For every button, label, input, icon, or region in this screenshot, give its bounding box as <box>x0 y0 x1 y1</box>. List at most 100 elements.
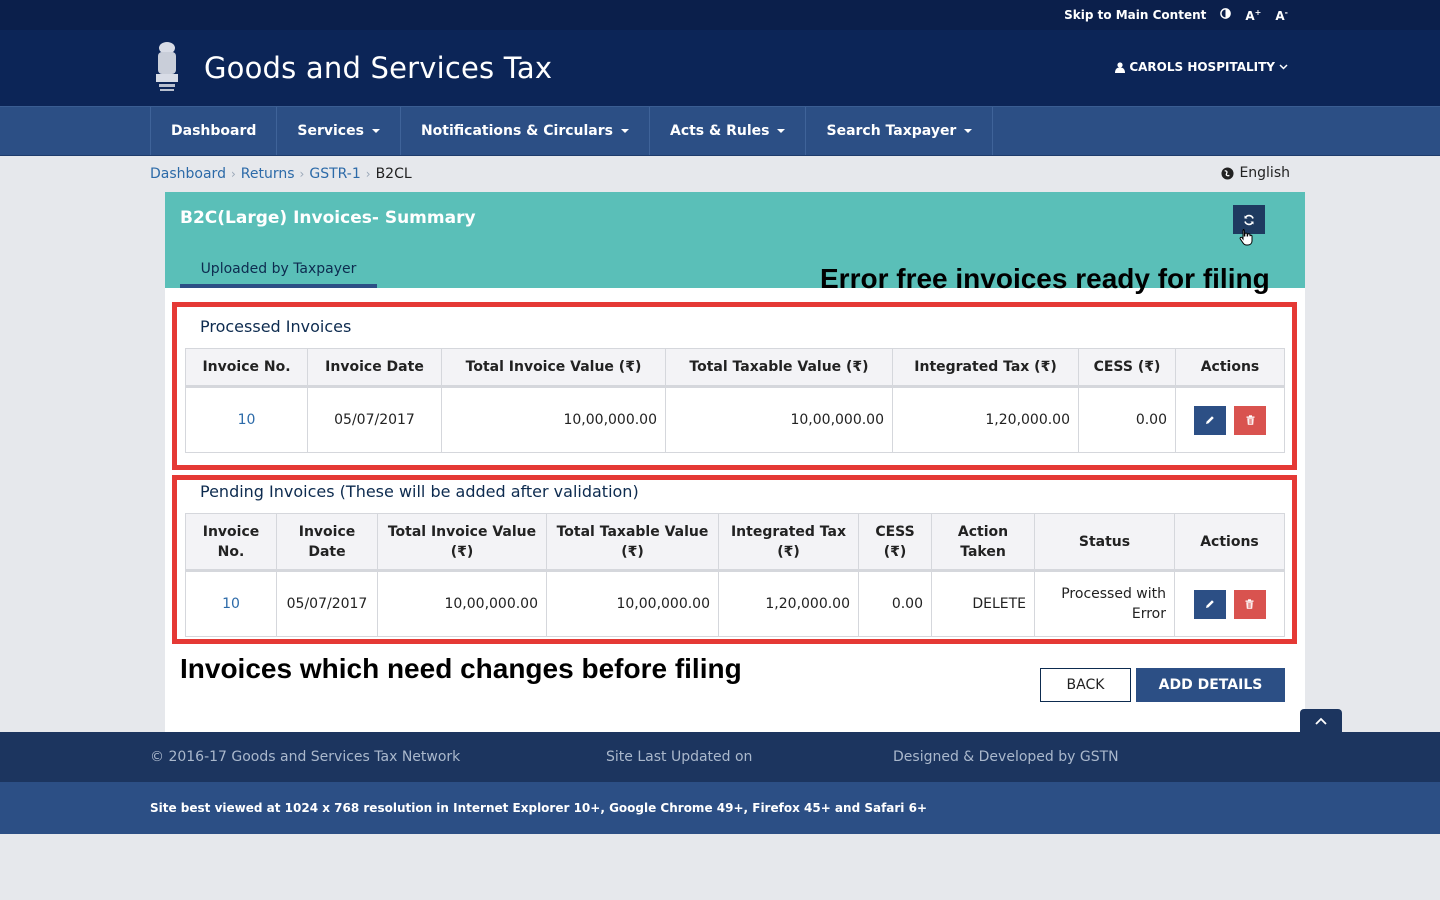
annotation-error-free: Error free invoices ready for filing <box>820 263 1270 294</box>
back-to-top-button[interactable] <box>1300 709 1342 733</box>
card-title: B2C(Large) Invoices- Summary <box>180 208 476 228</box>
col-invoice-no: Invoice No. <box>185 513 277 572</box>
nav-label: Notifications & Circulars <box>420 123 613 139</box>
pencil-icon <box>1206 416 1214 424</box>
user-name: CAROLS HOSPITALITY <box>1129 60 1275 74</box>
invoice-value: 10,00,000.00 <box>377 570 547 637</box>
user-icon <box>1115 61 1126 73</box>
font-increase-button[interactable]: A+ <box>1245 8 1261 23</box>
chevron-down-icon <box>1279 64 1288 70</box>
col-invoice-value: Total Invoice Value (₹) <box>441 348 666 388</box>
hand-cursor-icon <box>1239 229 1253 246</box>
status-text: Processed with Error <box>1034 570 1175 637</box>
national-emblem-icon <box>156 42 178 91</box>
footer-browser-note: Site best viewed at 1024 x 768 resolutio… <box>0 782 1440 834</box>
trash-icon <box>1246 415 1254 425</box>
browser-note-text: Site best viewed at 1024 x 768 resolutio… <box>150 801 928 815</box>
edit-button[interactable] <box>1193 589 1226 619</box>
table-row: 10 05/07/2017 10,00,000.00 10,00,000.00 … <box>185 570 1285 637</box>
breadcrumb-gstr1[interactable]: GSTR-1 <box>309 166 360 182</box>
add-details-button[interactable]: ADD DETAILS <box>1136 668 1285 702</box>
table-row: 10 05/07/2017 10,00,000.00 10,00,000.00 … <box>185 386 1285 453</box>
processed-invoices-title: Processed Invoices <box>200 317 352 336</box>
utility-bar: Skip to Main Content A+ A- <box>0 0 1440 30</box>
col-invoice-no: Invoice No. <box>185 348 308 388</box>
edit-button[interactable] <box>1194 405 1226 435</box>
nav-label: Services <box>297 123 364 139</box>
breadcrumb-separator: › <box>299 167 305 181</box>
language-label: English <box>1239 165 1290 181</box>
footer-last-updated: Site Last Updated on <box>606 749 753 765</box>
col-taxable-value: Total Taxable Value (₹) <box>665 348 893 388</box>
breadcrumb-current: B2CL <box>375 166 412 182</box>
breadcrumb-separator: › <box>230 167 236 181</box>
cess-value: 0.00 <box>858 570 932 637</box>
taxable-value: 10,00,000.00 <box>546 570 719 637</box>
nav-dashboard[interactable]: Dashboard <box>150 107 278 155</box>
pending-invoices-table: Invoice No. Invoice Date Total Invoice V… <box>185 513 1285 637</box>
integrated-tax: 1,20,000.00 <box>718 570 859 637</box>
chevron-up-icon <box>1315 717 1327 725</box>
footer-main: © 2016-17 Goods and Services Tax Network… <box>0 732 1440 782</box>
col-integrated-tax: Integrated Tax (₹) <box>892 348 1079 388</box>
pending-invoices-title: Pending Invoices (These will be added af… <box>200 482 639 501</box>
main-nav: Dashboard Services Notifications & Circu… <box>0 106 1440 156</box>
trash-icon <box>1245 599 1254 609</box>
user-menu[interactable]: CAROLS HOSPITALITY <box>1115 60 1288 74</box>
back-button[interactable]: BACK <box>1040 668 1131 702</box>
tab-uploaded-by-taxpayer[interactable]: Uploaded by Taxpayer <box>180 256 377 288</box>
contrast-icon[interactable] <box>1220 8 1232 22</box>
col-invoice-value: Total Invoice Value (₹) <box>377 513 547 572</box>
language-selector[interactable]: English <box>1221 165 1290 181</box>
caret-down-icon <box>964 129 973 133</box>
caret-down-icon <box>620 129 629 133</box>
breadcrumb-dashboard[interactable]: Dashboard <box>150 166 226 182</box>
pencil-icon <box>1205 600 1214 608</box>
invoice-link[interactable]: 10 <box>222 596 240 612</box>
col-actions: Actions <box>1174 513 1285 572</box>
footer-copyright: © 2016-17 Goods and Services Tax Network <box>150 749 461 765</box>
col-taxable-value: Total Taxable Value (₹) <box>546 513 719 572</box>
actions-cell <box>1174 570 1285 637</box>
col-actions: Actions <box>1175 348 1285 388</box>
nav-notifications[interactable]: Notifications & Circulars <box>401 107 650 155</box>
caret-down-icon <box>777 129 786 133</box>
breadcrumb-returns[interactable]: Returns <box>241 166 295 182</box>
col-invoice-date: Invoice Date <box>276 513 378 572</box>
invoice-date: 05/07/2017 <box>276 570 378 637</box>
breadcrumb: Dashboard › Returns › GSTR-1 › B2CL Engl… <box>0 156 1440 192</box>
caret-down-icon <box>371 129 380 133</box>
delete-button[interactable] <box>1234 405 1266 435</box>
site-header: Goods and Services Tax CAROLS HOSPITALIT… <box>0 30 1440 106</box>
cess-value: 0.00 <box>1078 386 1176 453</box>
invoice-link[interactable]: 10 <box>238 412 256 428</box>
nav-label: Search Taxpayer <box>826 123 957 139</box>
nav-label: Acts & Rules <box>669 123 770 139</box>
invoice-date: 05/07/2017 <box>307 386 442 453</box>
globe-icon <box>1221 166 1234 180</box>
breadcrumb-separator: › <box>365 167 371 181</box>
site-title: Goods and Services Tax <box>204 51 553 85</box>
taxable-value: 10,00,000.00 <box>665 386 893 453</box>
action-taken: DELETE <box>931 570 1035 637</box>
processed-invoices-table: Invoice No. Invoice Date Total Invoice V… <box>185 348 1285 453</box>
delete-button[interactable] <box>1233 589 1266 619</box>
col-cess: CESS (₹) <box>1078 348 1176 388</box>
font-decrease-button[interactable]: A- <box>1275 8 1288 23</box>
integrated-tax: 1,20,000.00 <box>892 386 1079 453</box>
col-integrated-tax: Integrated Tax (₹) <box>718 513 859 572</box>
col-action-taken: Action Taken <box>931 513 1035 572</box>
nav-services[interactable]: Services <box>277 107 401 155</box>
refresh-icon <box>1244 214 1254 225</box>
nav-search-taxpayer[interactable]: Search Taxpayer <box>806 107 994 155</box>
footer-developer: Designed & Developed by GSTN <box>893 749 1119 765</box>
col-status: Status <box>1034 513 1175 572</box>
actions-cell <box>1175 386 1285 453</box>
annotation-need-changes: Invoices which need changes before filin… <box>180 653 742 684</box>
nav-acts-rules[interactable]: Acts & Rules <box>650 107 807 155</box>
col-cess: CESS (₹) <box>858 513 932 572</box>
invoice-value: 10,00,000.00 <box>441 386 666 453</box>
nav-label: Dashboard <box>171 123 257 139</box>
skip-to-main-link[interactable]: Skip to Main Content <box>1064 8 1206 22</box>
col-invoice-date: Invoice Date <box>307 348 442 388</box>
